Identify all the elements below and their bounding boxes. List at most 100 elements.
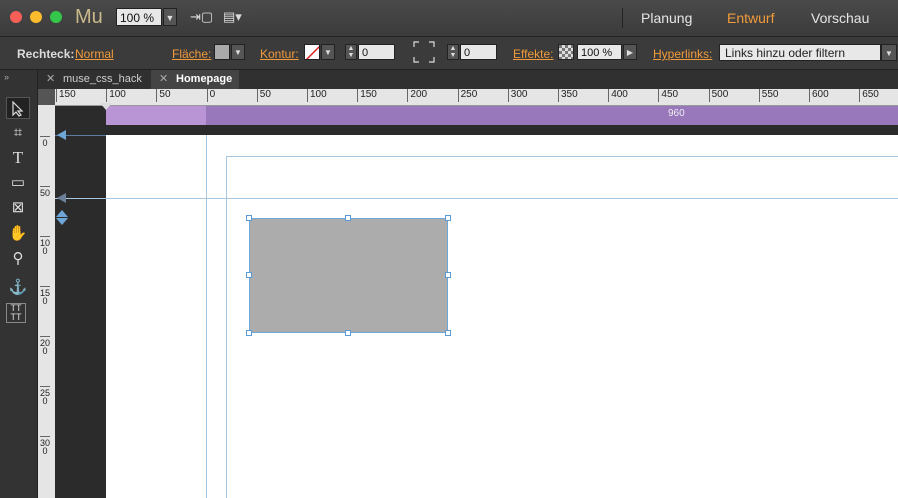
close-tab-icon[interactable]: ✕	[159, 70, 168, 89]
fill-label[interactable]: Fläche:	[172, 47, 211, 61]
fill-dropdown[interactable]: ▼	[231, 44, 245, 60]
frame-tool-icon[interactable]: ⊠	[6, 197, 30, 219]
ruler-tick-label: 100	[106, 89, 126, 102]
stroke-label[interactable]: Kontur:	[260, 47, 299, 61]
horizontal-guide	[55, 198, 898, 199]
close-tab-icon[interactable]: ✕	[46, 70, 55, 89]
hand-tool-icon[interactable]: ✋	[6, 223, 30, 245]
ruler-tick-label: 50	[256, 89, 271, 102]
document-tab-bar: ✕ muse_css_hack ✕ Homepage	[38, 70, 898, 89]
page-height-down-icon[interactable]	[56, 218, 68, 225]
resize-handle-left[interactable]	[246, 272, 252, 278]
corner-radius-input[interactable]: 0	[460, 44, 497, 60]
ruler-origin[interactable]	[38, 89, 55, 105]
ruler-tick-label: 150	[56, 89, 76, 102]
opacity-arrow[interactable]: ▶	[623, 44, 637, 60]
ruler-tick-label: 450	[658, 89, 678, 102]
ruler-tick-label: 0	[40, 136, 50, 148]
content-guide-left	[226, 156, 227, 498]
selected-rectangle[interactable]	[249, 218, 448, 333]
zoom-dropdown-arrow[interactable]: ▼	[163, 8, 177, 26]
page-canvas[interactable]	[106, 135, 898, 498]
title-bar: Mu 100 % ▼ ⇥▢ ▤▾ Planung Entwurf Vorscha…	[0, 0, 898, 37]
ruler-tick-label: 600	[809, 89, 829, 102]
corner-radius-stepper[interactable]: ▲ ▼	[447, 44, 459, 60]
stroke-dropdown[interactable]: ▼	[321, 44, 335, 60]
crop-tool-icon[interactable]: ⌗	[6, 122, 30, 144]
resize-handle-bottom-right[interactable]	[445, 330, 451, 336]
stroke-width-input[interactable]: 0	[358, 44, 395, 60]
ruler-tick-label: 50	[40, 186, 51, 198]
zoom-field[interactable]: 100 %	[116, 8, 162, 26]
hyperlinks-input[interactable]: Links hinzu oder filtern	[719, 44, 881, 61]
stroke-width-stepper[interactable]: ▲ ▼	[345, 44, 357, 60]
mode-separator	[622, 8, 623, 28]
app-logo: Mu	[75, 6, 103, 28]
corner-radius-icon[interactable]	[413, 41, 435, 63]
hyperlinks-dropdown[interactable]: ▼	[881, 44, 897, 61]
tab-muse-css-hack[interactable]: ✕ muse_css_hack	[38, 70, 151, 89]
ruler-tick-label: 0	[206, 89, 215, 102]
ruler-tick-label: 250	[40, 386, 51, 406]
resize-handle-bottom-left[interactable]	[246, 330, 252, 336]
text-tool-icon[interactable]: T	[6, 147, 30, 169]
ruler-tick-label: 50	[156, 89, 171, 102]
opacity-input[interactable]: 100 %	[577, 44, 622, 60]
effects-label[interactable]: Effekte:	[513, 47, 553, 61]
ruler-tick-label: 150	[357, 89, 377, 102]
mode-vorschau[interactable]: Vorschau	[811, 10, 869, 26]
mode-planung[interactable]: Planung	[641, 10, 692, 26]
header-guide	[226, 156, 898, 157]
ruler-tick-label: 350	[558, 89, 578, 102]
upload-icon[interactable]: ⇥▢	[190, 9, 213, 25]
zoom-window-button[interactable]	[50, 11, 62, 23]
ruler-tick-label: 100	[307, 89, 327, 102]
effects-icon[interactable]	[558, 44, 574, 60]
tab-label: Homepage	[176, 73, 233, 85]
object-style-link[interactable]: Normal	[75, 47, 114, 61]
minimize-window-button[interactable]	[30, 11, 42, 23]
anchor-tool-icon[interactable]: ⚓	[6, 277, 30, 299]
page-height-up-icon[interactable]	[56, 210, 68, 217]
horizontal-ruler[interactable]: 150 100 50 0 50 100 150 200 250 300 350 400 450 500 55…	[55, 89, 898, 106]
preview-icon[interactable]: ▤▾	[223, 9, 242, 25]
header-marker-icon[interactable]	[57, 130, 66, 140]
ruler-tick-label: 300	[40, 436, 51, 456]
resize-handle-top[interactable]	[345, 215, 351, 221]
guide-marker-icon[interactable]	[57, 193, 66, 203]
toolbox: » ⌗ T ▭ ⊠ ✋ ⚲ ⚓ TT TT	[0, 70, 38, 498]
ruler-tick-label: 250	[457, 89, 477, 102]
fill-swatch[interactable]	[214, 44, 230, 60]
resize-handle-bottom[interactable]	[345, 330, 351, 336]
resize-handle-right[interactable]	[445, 272, 451, 278]
breakpoint-width-label: 960	[668, 108, 685, 119]
object-type-label: Rechteck:	[17, 47, 75, 61]
resize-handle-top-left[interactable]	[246, 215, 252, 221]
selection-tool-icon[interactable]	[6, 97, 30, 119]
ruler-tick-label: 300	[507, 89, 527, 102]
breakpoint-bar[interactable]	[106, 106, 898, 125]
control-bar: Rechteck: Normal Fläche: ▼ Kontur: ▼ ▲ ▼ …	[0, 37, 898, 70]
ruler-tick-label: 650	[859, 89, 879, 102]
page-edge-guide	[206, 135, 207, 498]
close-window-button[interactable]	[10, 11, 22, 23]
hyperlinks-label[interactable]: Hyperlinks:	[653, 47, 712, 61]
resize-handle-top-right[interactable]	[445, 215, 451, 221]
collapse-toolbox-icon[interactable]: »	[4, 72, 9, 82]
ruler-tick-label: 200	[407, 89, 427, 102]
breakpoint-marker-icon[interactable]	[100, 103, 112, 110]
tab-homepage[interactable]: ✕ Homepage	[151, 70, 239, 89]
no-stroke-icon	[305, 45, 319, 59]
mode-entwurf[interactable]: Entwurf	[727, 10, 774, 26]
zoom-tool-icon[interactable]: ⚲	[6, 248, 30, 270]
rectangle-tool-icon[interactable]: ▭	[6, 172, 30, 194]
stroke-swatch[interactable]	[304, 44, 320, 60]
breakpoint-range-indicator	[106, 106, 206, 125]
ruler-tick-label: 400	[608, 89, 628, 102]
text-frame-tool-icon[interactable]: TT TT	[6, 303, 26, 323]
ruler-tick-label: 500	[708, 89, 728, 102]
ruler-tick-label: 550	[758, 89, 778, 102]
ruler-tick-label: 100	[40, 236, 51, 256]
ruler-tick-label: 150	[40, 286, 51, 306]
vertical-ruler[interactable]: 0 50 100 150 200 250 300	[38, 105, 56, 498]
